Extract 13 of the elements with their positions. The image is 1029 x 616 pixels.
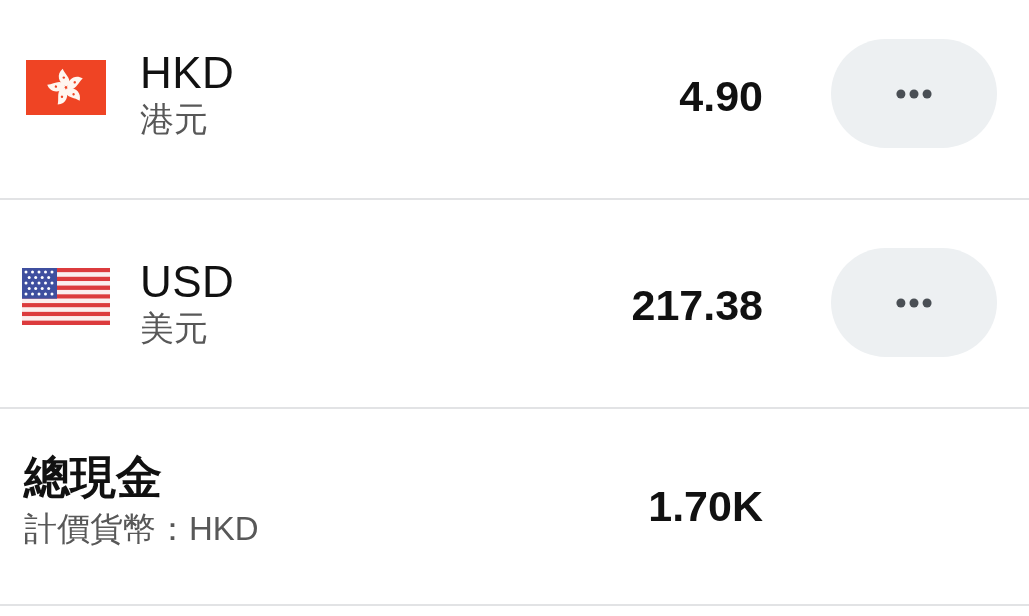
more-icon	[896, 88, 932, 99]
hong-kong-flag-icon	[26, 60, 106, 115]
currency-code: USD	[140, 256, 235, 307]
valuation-currency-text: 計價貨幣：HKD	[24, 509, 259, 549]
more-icon	[896, 297, 932, 308]
currency-name: 美元	[140, 307, 208, 349]
balance-amount: 4.90	[678, 70, 763, 121]
us-flag-icon	[22, 268, 110, 325]
currency-code: HKD	[140, 47, 235, 98]
total-cash-title: 總現金	[24, 450, 162, 504]
total-amount: 1.70K	[647, 481, 763, 531]
balance-amount: 217.38	[630, 279, 763, 330]
currency-name: 港元	[140, 98, 208, 140]
